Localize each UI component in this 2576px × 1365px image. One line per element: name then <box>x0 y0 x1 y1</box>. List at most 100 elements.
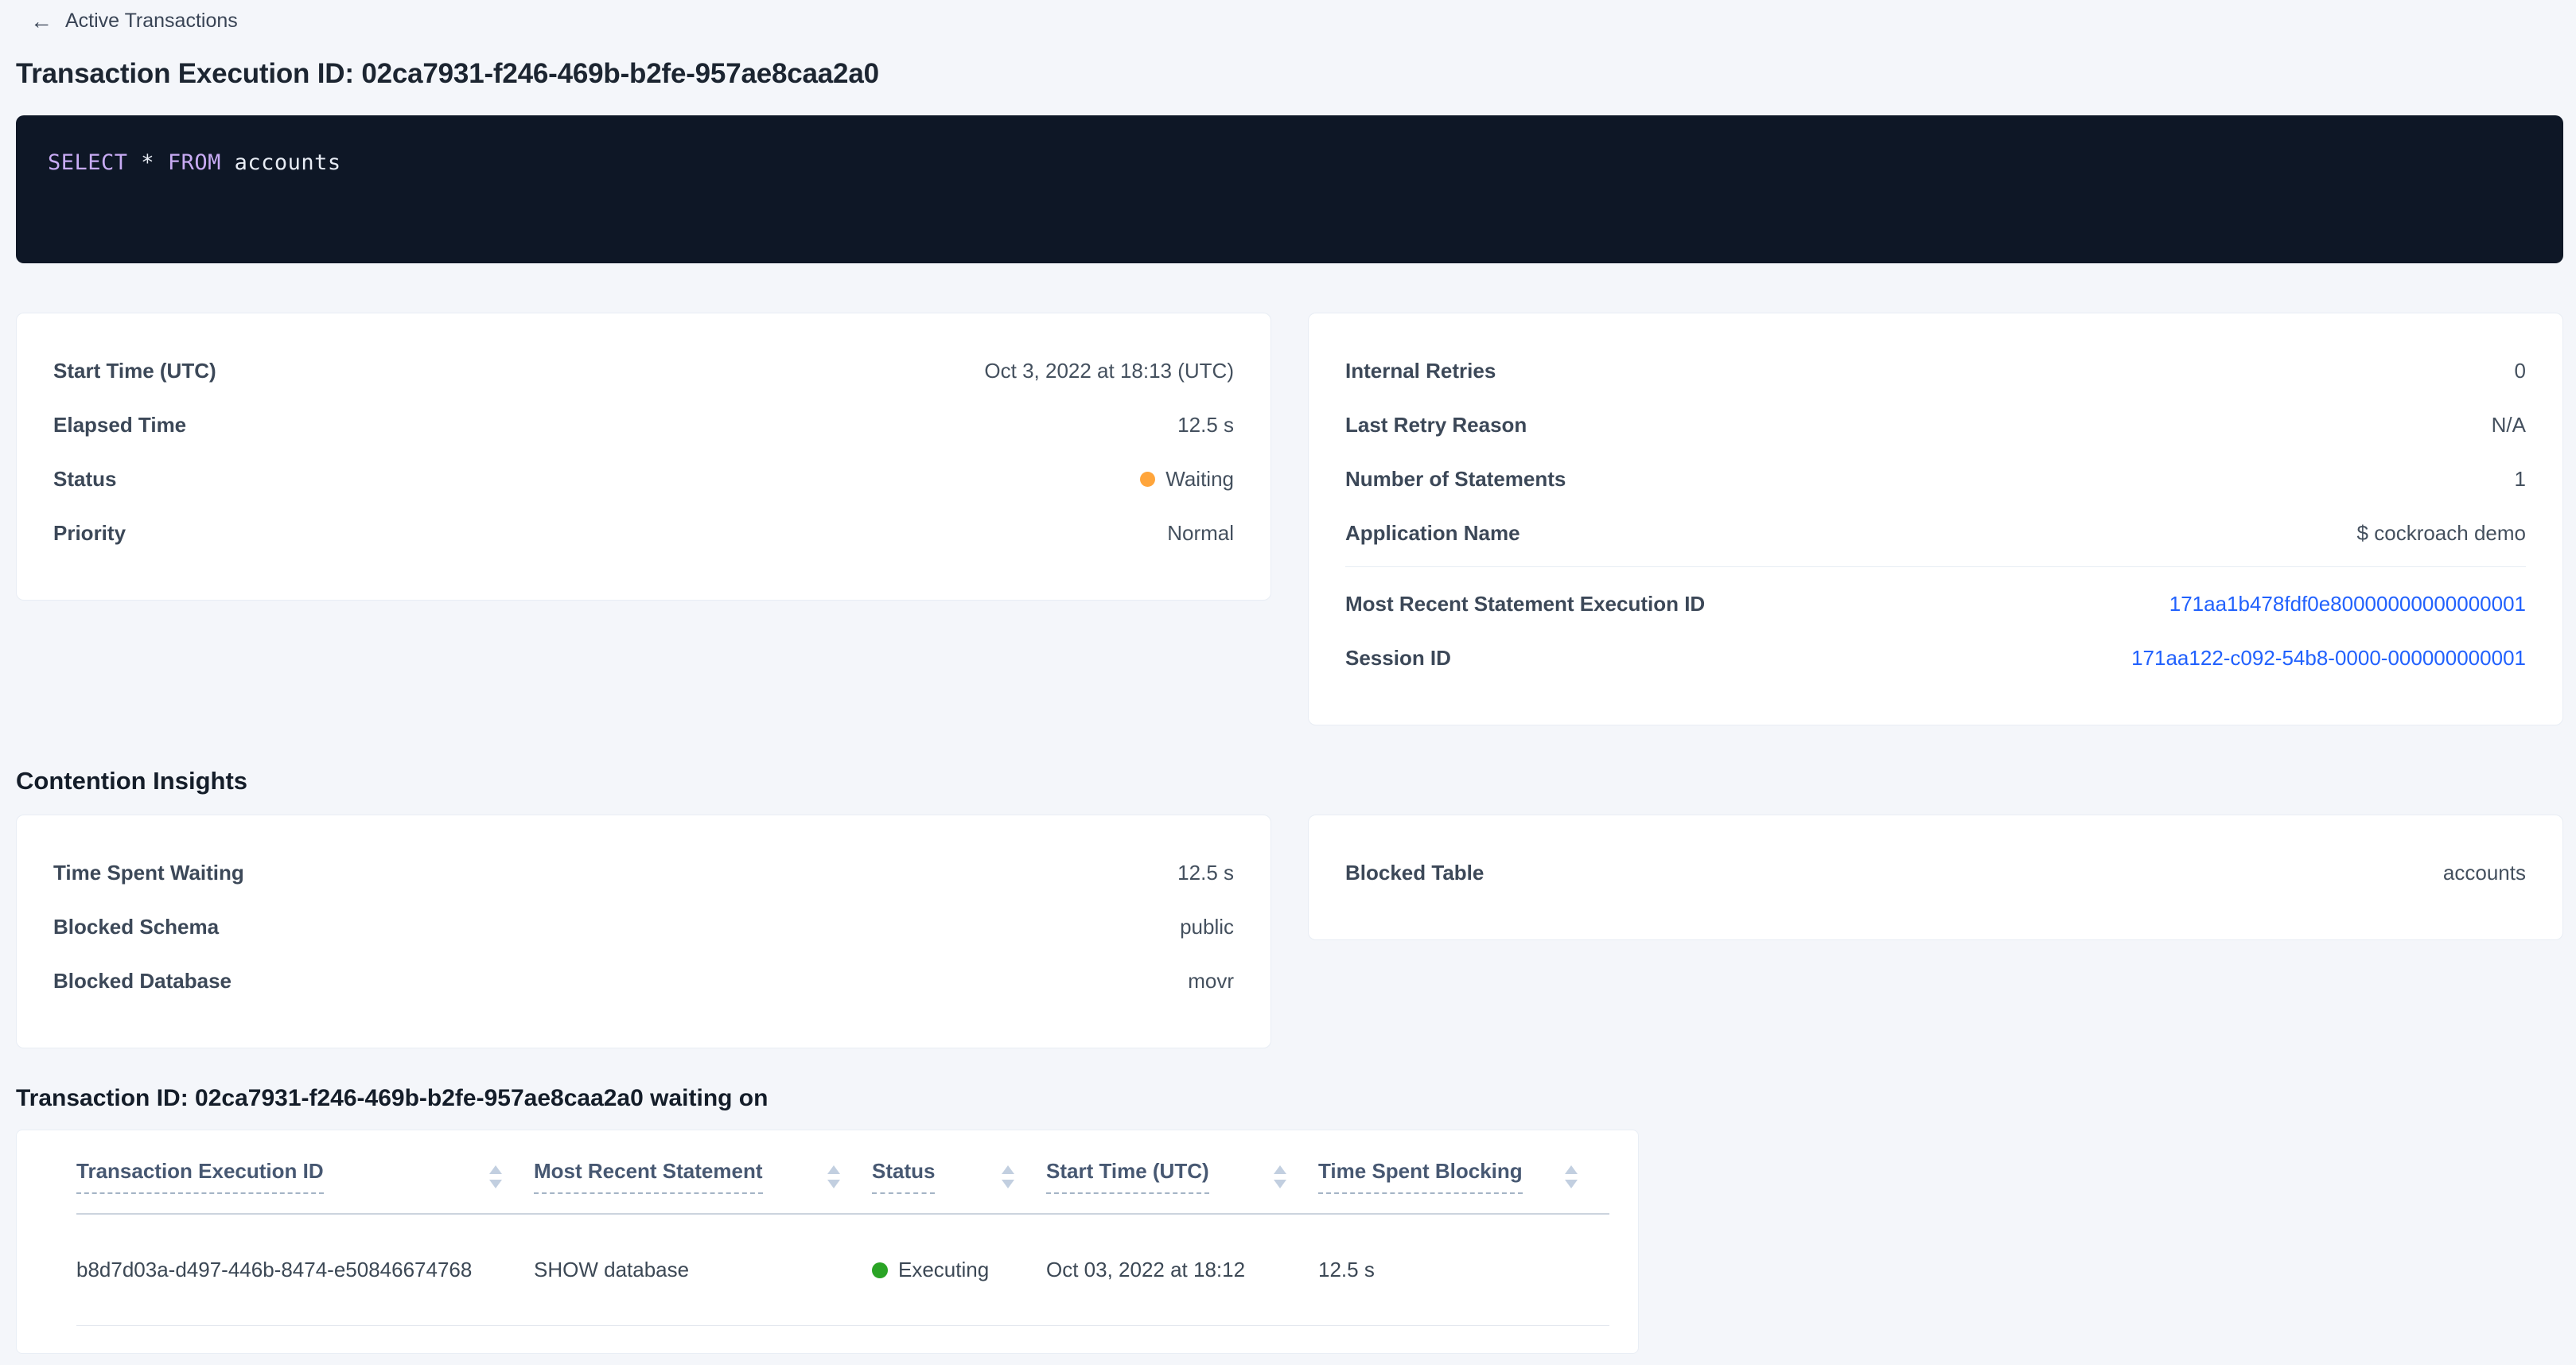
summary-cards-row: Start Time (UTC) Oct 3, 2022 at 18:13 (UT… <box>16 313 2563 725</box>
summary-card-left: Start Time (UTC) Oct 3, 2022 at 18:13 (UT… <box>16 313 1271 601</box>
card-row: Last Retry Reason N/A <box>1345 398 2526 452</box>
column-header-transaction-execution-id[interactable]: Transaction Execution ID <box>76 1159 534 1194</box>
column-header-label: Most Recent Statement <box>534 1159 763 1194</box>
row-label: Status <box>53 467 116 492</box>
row-value: movr <box>1188 969 1234 994</box>
back-arrow-icon: ← <box>30 10 53 33</box>
row-value: 12.5 s <box>1177 861 1234 885</box>
row-value: public <box>1180 915 1234 939</box>
row-value-text: movr <box>1188 969 1234 994</box>
active-transaction-details-page: ← Active Transactions Transaction Execut… <box>0 0 2576 1354</box>
column-header-most-recent-statement[interactable]: Most Recent Statement <box>534 1159 872 1194</box>
row-value-text: 12.5 s <box>1177 413 1234 438</box>
column-header-label: Time Spent Blocking <box>1318 1159 1523 1194</box>
card-row: Application Name$ cockroach demo <box>1345 506 2526 560</box>
sql-statement-box: SELECT * FROM accounts <box>16 115 2563 263</box>
row-value: N/A <box>2492 413 2526 438</box>
card-row: Time Spent Waiting 12.5 s <box>53 846 1234 900</box>
sort-desc-icon <box>827 1180 840 1188</box>
sort-asc-icon <box>1002 1165 1014 1174</box>
card-row: Blocked Tableaccounts <box>1345 846 2526 900</box>
cell-text: SHOW database <box>534 1258 689 1282</box>
status-dot-icon <box>872 1262 888 1278</box>
summary-card-right-top: Internal Retries 0 Last Retry Reason N/A Num… <box>1345 344 2526 560</box>
sort-desc-icon <box>489 1180 502 1188</box>
card-row: Blocked Schemapublic <box>53 900 1234 954</box>
card-divider <box>1345 566 2526 567</box>
sort-icon[interactable] <box>1274 1165 1286 1188</box>
card-row: Elapsed Time 12.5 s <box>53 398 1234 452</box>
table-cell: Executing <box>872 1258 1046 1282</box>
row-label: Start Time (UTC) <box>53 359 216 383</box>
waiting-transactions-table: Transaction Execution ID Most Recent Stat… <box>16 1130 1639 1354</box>
row-value: $ cockroach demo <box>2357 521 2526 546</box>
column-header-start-time-utc[interactable]: Start Time (UTC) <box>1046 1159 1318 1194</box>
column-header-time-spent-blocking[interactable]: Time Spent Blocking <box>1318 1159 1609 1194</box>
row-value: 1 <box>2515 467 2526 492</box>
row-value-text: 1 <box>2515 467 2526 492</box>
cell-text: Executing <box>898 1258 989 1282</box>
row-label: Priority <box>53 521 126 546</box>
sort-desc-icon <box>1565 1180 1578 1188</box>
sort-asc-icon <box>827 1165 840 1174</box>
table-cell: b8d7d03a-d497-446b-8474-e50846674768 <box>76 1258 534 1282</box>
row-value-text: Oct 3, 2022 at 18:13 (UTC) <box>984 359 1234 383</box>
status-dot-icon <box>1140 472 1155 487</box>
table-cell: SHOW database <box>534 1258 872 1282</box>
row-label: Number of Statements <box>1345 467 1566 492</box>
sort-icon[interactable] <box>1565 1165 1578 1188</box>
row-label: Blocked Database <box>53 969 232 994</box>
card-row: Blocked Database movr <box>53 954 1234 1008</box>
table-cell: Oct 03, 2022 at 18:12 <box>1046 1258 1318 1282</box>
row-value-text: Normal <box>1167 521 1234 546</box>
card-row: Most Recent Statement Execution ID 171aa1… <box>1345 577 2526 631</box>
card-row: Session ID171aa122-c092-54b8-0000-000000… <box>1345 631 2526 685</box>
cell-text: Oct 03, 2022 at 18:12 <box>1046 1258 1245 1282</box>
row-label: Elapsed Time <box>53 413 186 438</box>
sort-asc-icon <box>1274 1165 1286 1174</box>
cell-text: b8d7d03a-d497-446b-8474-e50846674768 <box>76 1258 472 1282</box>
contention-card-left: Time Spent Waiting 12.5 s Blocked Schemapu… <box>16 815 1271 1048</box>
summary-card-right-bottom: Most Recent Statement Execution ID 171aa1… <box>1345 577 2526 685</box>
table-cell: 12.5 s <box>1318 1258 1609 1282</box>
sort-icon[interactable] <box>1002 1165 1014 1188</box>
contention-cards-row: Time Spent Waiting 12.5 s Blocked Schemapu… <box>16 815 2563 1048</box>
table-row[interactable]: b8d7d03a-d497-446b-8474-e50846674768 SHOW… <box>76 1215 1609 1326</box>
statement-execution-id-link[interactable]: 171aa1b478fdf0e80000000000000001 <box>2169 592 2526 616</box>
column-header-status[interactable]: Status <box>872 1159 1046 1194</box>
sql-text: accounts <box>221 150 341 175</box>
column-header-label: Transaction Execution ID <box>76 1159 324 1194</box>
row-value-text: $ cockroach demo <box>2357 521 2526 546</box>
table-body: b8d7d03a-d497-446b-8474-e50846674768 SHOW… <box>76 1215 1609 1326</box>
summary-card-right: Internal Retries 0 Last Retry Reason N/A Num… <box>1308 313 2563 725</box>
card-row: Priority Normal <box>53 506 1234 560</box>
section-heading-waiting-on: Transaction ID: 02ca7931-f246-469b-b2fe-… <box>16 1085 2563 1112</box>
page-title: Transaction Execution ID: 02ca7931-f246-… <box>16 58 2563 90</box>
row-value-text: accounts <box>2443 861 2526 885</box>
sort-desc-icon <box>1274 1180 1286 1188</box>
column-header-label: Status <box>872 1159 935 1194</box>
card-row: Start Time (UTC) Oct 3, 2022 at 18:13 (UT… <box>53 344 1234 398</box>
back-link-label: Active Transactions <box>65 10 238 33</box>
sort-desc-icon <box>1002 1180 1014 1188</box>
column-header-label: Start Time (UTC) <box>1046 1159 1209 1194</box>
row-value-text: public <box>1180 915 1234 939</box>
row-value: 0 <box>2515 359 2526 383</box>
row-value: Normal <box>1167 521 1234 546</box>
back-link[interactable]: ← Active Transactions <box>30 10 238 33</box>
row-value: Oct 3, 2022 at 18:13 (UTC) <box>984 359 1234 383</box>
contention-card-right: Blocked Tableaccounts <box>1308 815 2563 940</box>
row-value-text: 0 <box>2515 359 2526 383</box>
sql-keyword: FROM <box>168 150 221 175</box>
row-label: Most Recent Statement Execution ID <box>1345 592 1705 616</box>
row-value: accounts <box>2443 861 2526 885</box>
row-value-text: Waiting <box>1165 467 1234 492</box>
row-label: Internal Retries <box>1345 359 1496 383</box>
row-label: Time Spent Waiting <box>53 861 244 885</box>
sort-icon[interactable] <box>489 1165 502 1188</box>
session-id-link[interactable]: 171aa122-c092-54b8-0000-000000000001 <box>2131 646 2526 671</box>
row-value-text: 12.5 s <box>1177 861 1234 885</box>
sort-asc-icon <box>489 1165 502 1174</box>
row-label: Last Retry Reason <box>1345 413 1527 438</box>
sort-icon[interactable] <box>827 1165 840 1188</box>
